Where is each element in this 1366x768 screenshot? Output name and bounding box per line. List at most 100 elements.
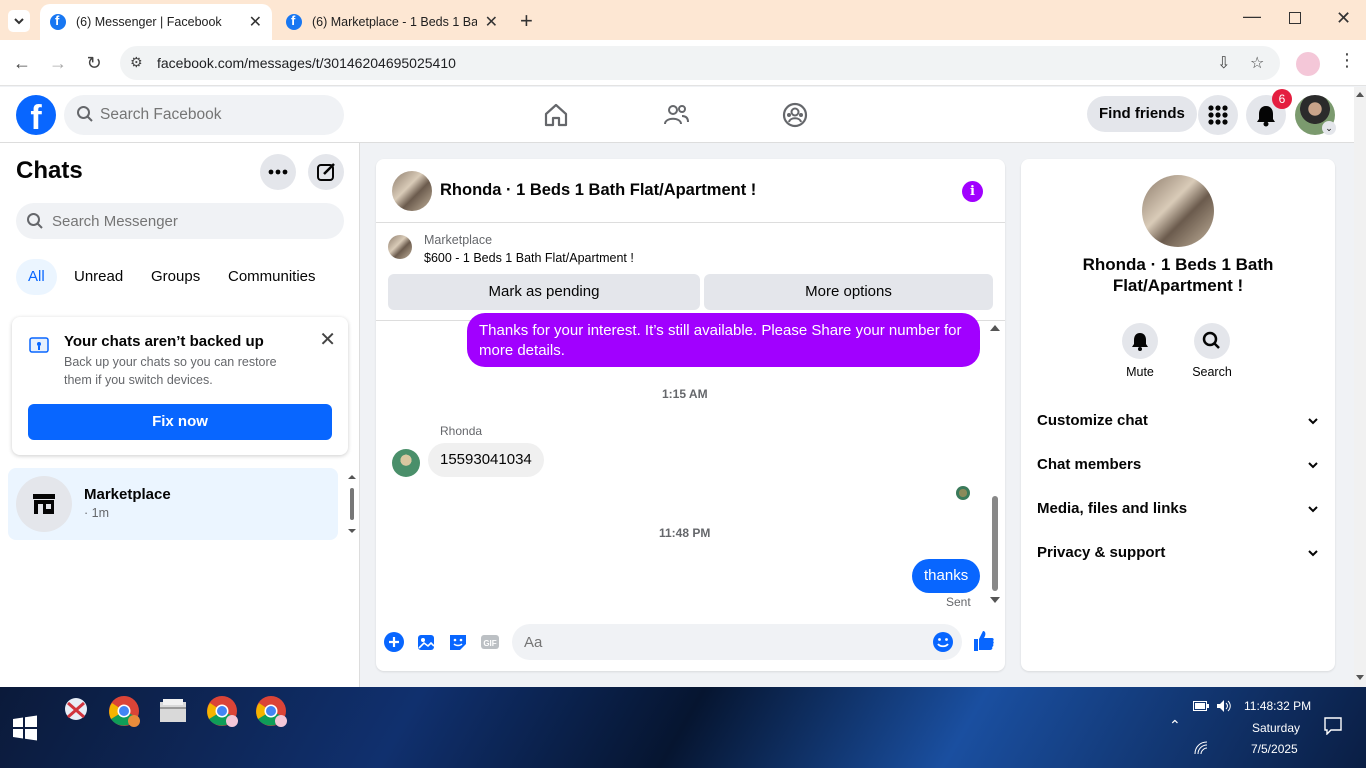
filter-communities[interactable]: Communities [216,259,328,295]
mark-as-pending-button[interactable]: Mark as pending [388,274,700,310]
omnibox[interactable]: ⚙ facebook.com/messages/t/30146204695025… [120,46,1280,80]
notification-center-icon[interactable] [1324,717,1342,735]
message-input[interactable] [524,624,904,660]
backup-warning-card: Your chats aren’t backed up Back up your… [12,317,348,455]
chrome-icon[interactable] [253,693,289,729]
groups-icon[interactable] [781,101,809,129]
fix-now-button[interactable]: Fix now [28,404,332,440]
gif-icon[interactable]: GIF [479,631,501,653]
tab-search-dropdown[interactable] [8,10,30,32]
svg-text:GIF: GIF [483,639,496,648]
profile-avatar-icon[interactable] [1296,52,1320,76]
minimize-button[interactable]: — [1243,6,1261,27]
url-text[interactable]: facebook.com/messages/t/3014620469502541… [157,55,456,71]
close-tab-icon[interactable]: ✕ [249,12,262,32]
customize-chat-section[interactable]: Customize chat [1037,401,1319,441]
chrome-icon[interactable] [106,693,142,729]
facebook-favicon-icon [50,13,66,30]
reload-button[interactable]: ↻ [82,51,106,75]
plus-icon[interactable] [383,631,405,653]
filter-all[interactable]: All [16,259,57,295]
conversation-info-panel: Rhonda · 1 Beds 1 Bath Flat/Apartment ! … [1021,159,1335,671]
chat-members-section[interactable]: Chat members [1037,445,1319,485]
find-friends-button[interactable]: Find friends [1087,96,1197,132]
bookmark-star-icon[interactable]: ☆ [1250,53,1264,73]
search-icon [77,106,93,122]
forward-button[interactable]: → [46,51,70,75]
filter-unread[interactable]: Unread [62,259,135,295]
site-settings-icon[interactable]: ⚙ [130,54,143,71]
friends-icon[interactable] [662,101,690,129]
tab-marketplace[interactable]: (6) Marketplace - 1 Beds 1 Bath ✕ [276,4,508,40]
bell-icon [1132,333,1148,351]
incoming-message[interactable]: 15593041034 [428,443,544,477]
chat-subtitle: · 1m [84,506,109,520]
messenger-search[interactable] [16,203,344,239]
chrome-icon[interactable] [204,693,240,729]
menu-button[interactable] [1198,95,1238,135]
close-tab-icon[interactable]: ✕ [485,12,498,32]
browser-tabstrip: (6) Messenger | Facebook ✕ (6) Marketpla… [0,0,1366,40]
facebook-search-input[interactable] [100,95,330,135]
sidebar-scrollbar[interactable] [347,474,357,534]
listing-profile-picture[interactable] [1142,175,1214,247]
new-message-button[interactable] [308,154,344,190]
battery-icon[interactable] [1193,701,1209,711]
privacy-support-section[interactable]: Privacy & support [1037,533,1319,573]
mute-action[interactable]: Mute [1110,323,1170,379]
file-explorer-icon[interactable] [155,693,191,729]
listing-thumbnail[interactable] [388,235,412,259]
message-input-box[interactable] [512,624,962,660]
attach-image-icon[interactable] [415,631,437,653]
volume-icon[interactable] [1216,699,1232,713]
chat-options-button[interactable] [260,154,296,190]
tab-title: (6) Messenger | Facebook [76,15,222,29]
chevron-down-icon [14,18,24,25]
snipping-tool-icon[interactable] [58,693,94,729]
outgoing-message[interactable]: thanks [912,559,981,593]
sticker-icon[interactable] [447,631,469,653]
sender-avatar[interactable] [392,449,420,477]
listing-price[interactable]: $600 - 1 Beds 1 Bath Flat/Apartment ! [424,251,634,265]
network-icon[interactable] [1194,741,1208,755]
info-icon[interactable]: i [962,181,983,202]
outgoing-message[interactable]: Thanks for your interest. It’s still ava… [467,313,980,367]
facebook-header: f Find friends ⌄ [0,87,1354,143]
clock-date[interactable]: 7/5/2025 [1251,742,1298,756]
search-icon [27,213,43,229]
facebook-favicon-icon [286,13,302,30]
thumbs-up-icon[interactable] [972,629,996,653]
search-conversation-button[interactable] [1194,323,1230,359]
media-files-links-section[interactable]: Media, files and links [1037,489,1319,529]
messenger-search-input[interactable] [52,203,332,239]
browser-menu-icon[interactable]: ⋮ [1338,50,1356,71]
install-app-icon[interactable]: ⇩ [1217,53,1230,73]
close-icon[interactable]: ✕ [319,327,336,352]
mute-label: Mute [1126,365,1154,379]
section-label: Chat members [1037,456,1142,473]
home-icon[interactable] [542,101,570,129]
show-hidden-icons-icon[interactable]: ⌃ [1169,717,1181,734]
facebook-search[interactable] [64,95,344,135]
filter-groups[interactable]: Groups [139,259,212,295]
clock-day[interactable]: Saturday [1252,721,1300,735]
back-button[interactable]: ← [10,51,34,75]
clock-time[interactable]: 11:48:32 PM [1244,699,1311,713]
close-window-button[interactable]: ✕ [1336,8,1351,29]
restore-button[interactable] [1289,12,1301,24]
windows-start-icon[interactable] [12,715,38,741]
tab-messenger[interactable]: (6) Messenger | Facebook ✕ [40,4,272,40]
account-chevron-icon[interactable]: ⌄ [1322,121,1336,135]
message-scrollbar[interactable] [988,321,1002,611]
page-scrollbar[interactable] [1354,87,1366,687]
chat-list-item[interactable]: Marketplace · 1m [8,468,338,540]
facebook-logo-icon[interactable]: f [16,95,56,137]
new-tab-button[interactable]: + [520,8,533,34]
more-options-button[interactable]: More options [704,274,993,310]
storefront-icon [33,494,55,514]
emoji-icon[interactable] [932,631,954,653]
search-action[interactable]: Search [1182,323,1242,379]
conversation-title[interactable]: Rhonda · 1 Beds 1 Bath Flat/Apartment ! [440,181,756,200]
mute-button[interactable] [1122,323,1158,359]
listing-avatar[interactable] [392,171,432,211]
